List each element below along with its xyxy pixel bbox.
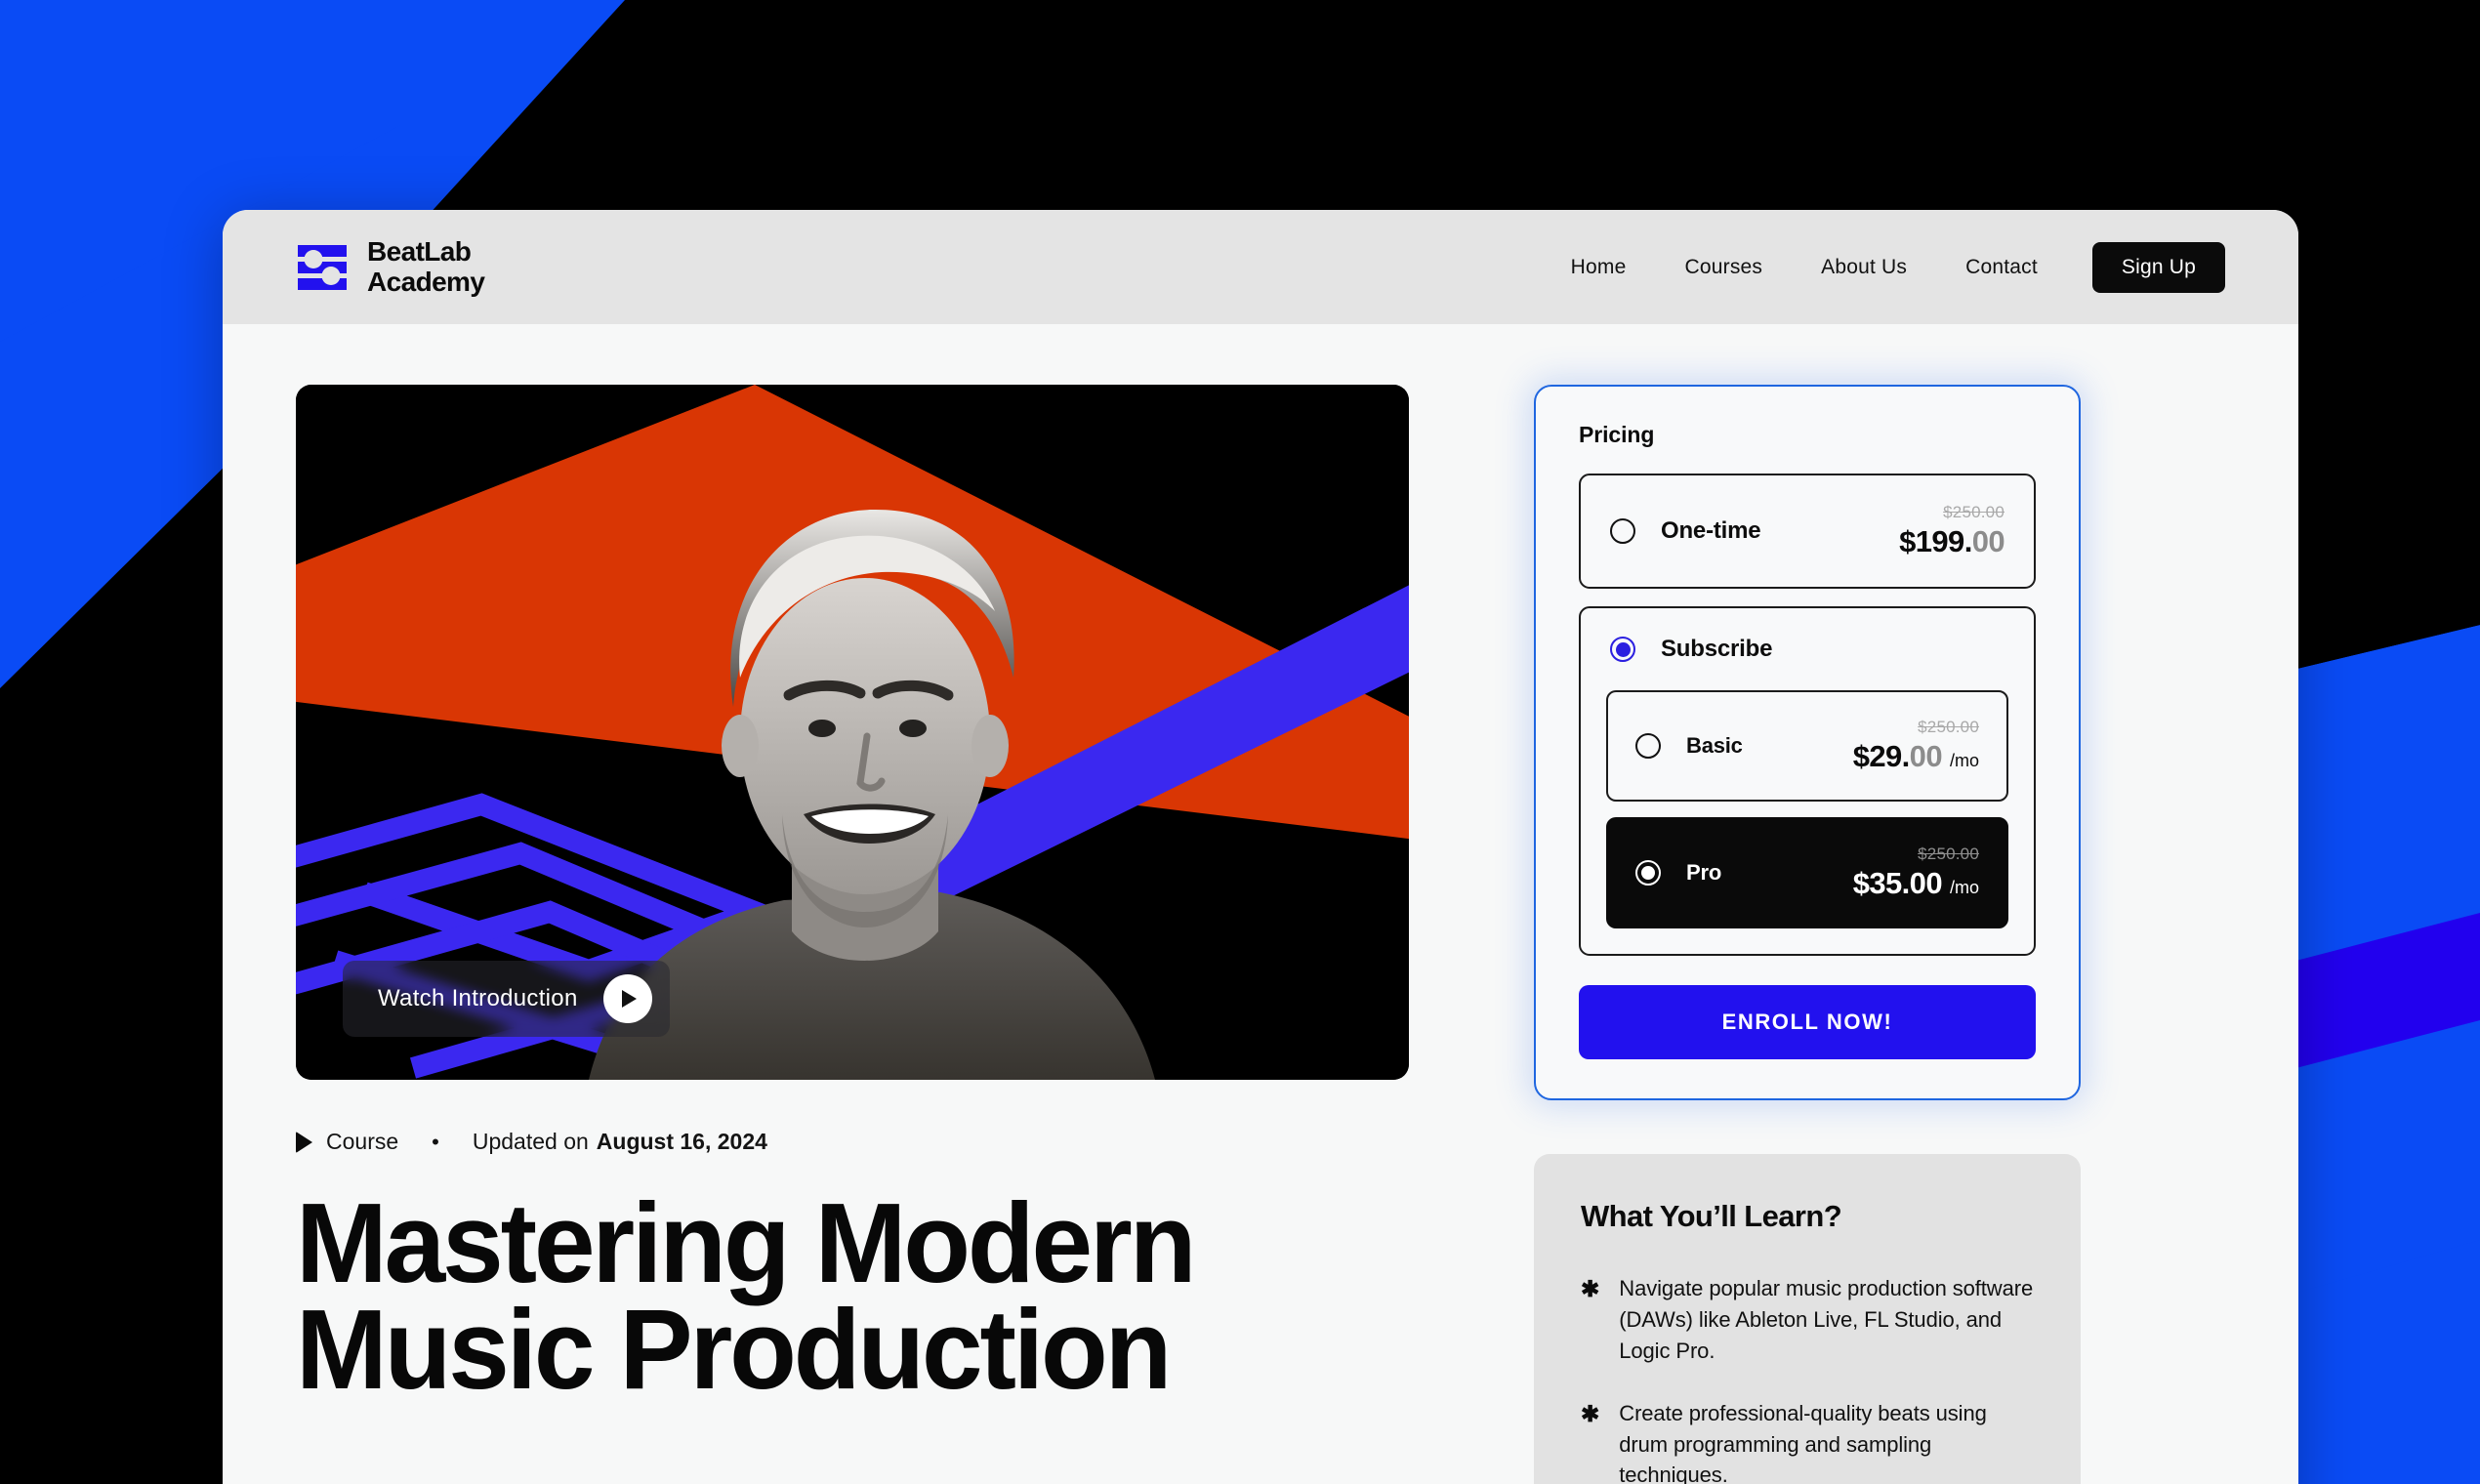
nav-item-courses[interactable]: Courses [1656,256,1793,279]
pricing-card: Pricing One-time $250.00 $199.00 Subscri… [1534,385,2081,1100]
basic-price-period: /mo [1949,751,1979,770]
course-type-label: Course [326,1129,399,1154]
enroll-now-button[interactable]: ENROLL NOW! [1579,985,2036,1059]
pro-price-main: $35. [1852,866,1911,900]
one-time-old-price: $250.00 [1943,503,2005,521]
main-nav: Home Courses About Us Contact Sign Up [1542,241,2225,293]
brand-name: BeatLab Academy [367,236,485,297]
basic-price-main: $29. [1852,739,1911,773]
screen: BeatLab Academy Home Courses About Us Co… [0,0,2480,1484]
sidebar-column: Pricing One-time $250.00 $199.00 Subscri… [1534,385,2081,1484]
sign-up-button[interactable]: Sign Up [2091,241,2225,293]
nav-item-home[interactable]: Home [1542,256,1656,279]
pricing-option-one-time[interactable]: One-time $250.00 $199.00 [1579,474,2036,589]
what-you-will-learn-card: What You’ll Learn? ✱ Navigate popular mu… [1534,1154,2081,1484]
one-time-label: One-time [1661,517,1761,544]
hero-media[interactable]: Watch Introduction [296,385,1409,1080]
learn-item-text: Navigate popular music production softwa… [1619,1276,2034,1363]
pro-price: $250.00 $35.00 /mo [1853,845,1979,901]
one-time-price-main: $199. [1899,524,1972,558]
main-column: Watch Introduction Course • Updated on A… [296,385,1409,1414]
pricing-option-subscribe[interactable]: Subscribe Basic $250.00 $29.00 /mo Pro $… [1579,606,2036,956]
page-card: BeatLab Academy Home Courses About Us Co… [223,210,2298,1484]
site-header: BeatLab Academy Home Courses About Us Co… [223,210,2298,324]
page-body: Watch Introduction Course • Updated on A… [223,324,2298,1484]
watch-introduction-button[interactable]: Watch Introduction [343,961,670,1037]
nav-item-contact[interactable]: Contact [1936,256,2067,279]
asterisk-icon: ✱ [1581,1400,1600,1426]
pricing-tier-pro[interactable]: Pro $250.00 $35.00 /mo [1606,817,2008,928]
mixer-bars-logo-icon [298,244,347,290]
radio-pro[interactable] [1635,860,1661,886]
list-item: ✱ Create professional-quality beats usin… [1581,1398,2034,1484]
learn-heading: What You’ll Learn? [1581,1199,1842,1233]
updated-date: August 16, 2024 [596,1129,767,1154]
pricing-tier-basic[interactable]: Basic $250.00 $29.00 /mo [1606,690,2008,802]
pro-price-period: /mo [1949,878,1979,897]
nav-item-about-us[interactable]: About Us [1792,256,1936,279]
radio-basic[interactable] [1635,733,1661,759]
one-time-price-cents: 00 [1971,524,2005,558]
pricing-heading: Pricing [1579,422,1655,447]
basic-price: $250.00 $29.00 /mo [1853,718,1979,774]
watch-introduction-label: Watch Introduction [378,985,578,1011]
list-item: ✱ Navigate popular music production soft… [1581,1273,2034,1367]
updated-prefix: Updated on [472,1129,589,1154]
basic-price-cents: 00 [1909,739,1943,773]
play-icon [602,974,652,1023]
play-icon [296,1131,312,1153]
page-title: Mastering Modern Music Production [296,1179,1196,1414]
radio-subscribe[interactable] [1610,637,1635,662]
one-time-price: $250.00 $199.00 [1899,503,2005,559]
subscribe-label: Subscribe [1661,636,1773,662]
pro-price-cents: 00 [1909,866,1943,900]
pro-old-price: $250.00 [1918,845,1979,863]
basic-old-price: $250.00 [1918,718,1979,736]
brand[interactable]: BeatLab Academy [296,236,485,297]
asterisk-icon: ✱ [1581,1276,1600,1301]
pro-label: Pro [1686,860,1722,885]
course-meta: Course • Updated on August 16, 2024 [296,1129,1409,1155]
radio-one-time[interactable] [1610,518,1635,544]
meta-separator: • [432,1129,439,1154]
learn-item-text: Create professional-quality beats using … [1619,1400,1987,1484]
basic-label: Basic [1686,733,1743,758]
